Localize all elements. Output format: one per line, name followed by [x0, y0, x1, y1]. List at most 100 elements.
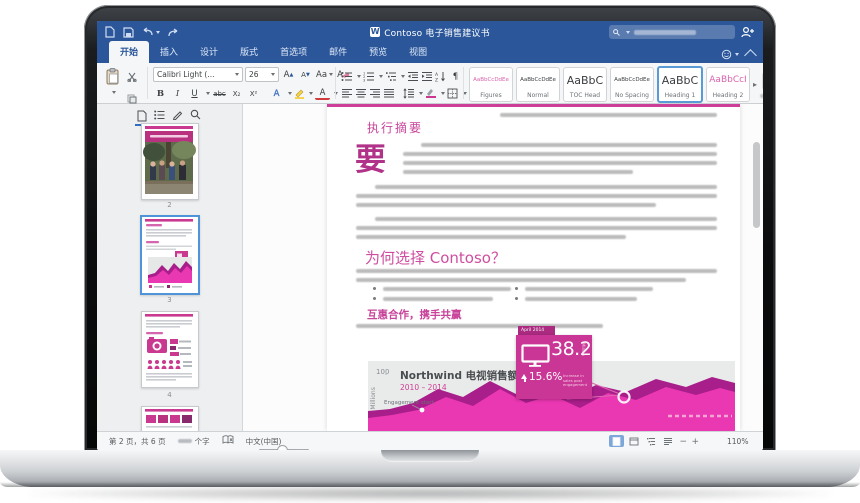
search-icon: [613, 28, 620, 36]
redacted-text-line: [500, 113, 717, 117]
share-add-person-icon[interactable]: [741, 26, 755, 38]
tab-home[interactable]: 开始: [109, 41, 150, 63]
style-heading-2[interactable]: AaBbCcI Heading 2: [706, 67, 750, 102]
tv-icon: [521, 344, 550, 367]
italic-button[interactable]: I: [170, 87, 185, 100]
redo-icon[interactable]: [168, 23, 179, 42]
grow-font-button[interactable]: A ▲: [281, 68, 296, 81]
statusbar: 第 2 页，共 6 页 个字 中文(中国) − + 110%: [97, 431, 763, 450]
word-count[interactable]: 个字: [177, 436, 210, 447]
page-indicator[interactable]: 第 2 页，共 6 页: [109, 436, 166, 447]
underline-dropdown-caret[interactable]: [206, 92, 210, 95]
undo-icon[interactable]: [142, 27, 160, 37]
search-scope-caret[interactable]: [626, 30, 630, 34]
sidebar-search-icon[interactable]: [189, 108, 202, 121]
document-page[interactable]: 执行摘要 要 为何选择 Contoso？ 互惠合作，携手共赢 100 in Mi…: [327, 104, 740, 431]
cut-icon[interactable]: [127, 67, 137, 86]
style-toc-head[interactable]: AaBbC TOC Head: [563, 67, 607, 102]
drop-cap: 要: [355, 142, 386, 178]
edit-pen-icon[interactable]: [171, 108, 184, 121]
document-vertical-scrollbar[interactable]: [753, 142, 760, 228]
tab-view[interactable]: 视图: [398, 41, 438, 63]
zoom-out-button[interactable]: −: [679, 437, 687, 447]
new-document-icon[interactable]: [105, 23, 115, 42]
change-case-button[interactable]: Aa: [315, 68, 334, 81]
undo-dropdown-caret[interactable]: [156, 30, 160, 34]
page-thumbnail-2-selected[interactable]: [140, 215, 200, 295]
laptop-shadow: [30, 486, 830, 501]
style-normal[interactable]: AaBbCcDdEe Normal: [516, 67, 560, 102]
pilcrow-button[interactable]: ¶: [448, 70, 463, 83]
sales-callout[interactable]: 38.2 Million 15.6% Increase in sales pos…: [516, 335, 592, 399]
tab-mailings[interactable]: 邮件: [318, 41, 358, 63]
text-effects-button[interactable]: A: [269, 87, 284, 100]
search-placeholder-blurred: [634, 29, 696, 35]
justify-icon[interactable]: [383, 84, 395, 103]
font-name-select[interactable]: Calibri Light (...: [153, 67, 243, 82]
document-title: Contoso 电子销售建议书: [384, 28, 490, 39]
zoom-in-button[interactable]: +: [691, 437, 699, 447]
subscript-button[interactable]: X₂: [229, 87, 244, 100]
line-spacing-icon[interactable]: [403, 84, 415, 103]
thumbnail-page-number: 4: [167, 391, 172, 399]
macbook-lid-notch: [381, 450, 479, 462]
document-canvas[interactable]: 执行摘要 要 为何选择 Contoso？ 互惠合作，携手共赢 100 in Mi…: [243, 104, 763, 431]
outline-view-icon[interactable]: [153, 108, 166, 121]
style-heading-1[interactable]: AaBbC Heading 1: [657, 66, 703, 103]
underline-button[interactable]: U: [187, 87, 202, 100]
paste-button[interactable]: [105, 68, 120, 90]
collapse-ribbon-icon[interactable]: [744, 49, 757, 62]
zoom-percentage[interactable]: 110%: [727, 437, 763, 446]
tab-insert[interactable]: 插入: [149, 41, 189, 63]
svg-text:Z: Z: [435, 78, 438, 83]
highlight-button[interactable]: [294, 84, 305, 103]
chart-y-max-label: 100: [376, 368, 389, 376]
language-indicator[interactable]: 中文(中国): [246, 436, 282, 447]
app-window: W Contoso 电子销售建议书 开始 插入 设计 版式 首选项 邮件 预览 …: [97, 21, 763, 450]
borders-icon[interactable]: [447, 84, 459, 103]
page-thumbnail-1[interactable]: [141, 123, 199, 200]
thumbnail-page-number: 3: [167, 296, 172, 304]
styles-pane-label-blurred: [760, 93, 763, 98]
print-layout-view-icon[interactable]: [609, 435, 624, 447]
svg-text:3: 3: [363, 79, 365, 82]
ribbon-tab-bar: 开始 插入 设计 版式 首选项 邮件 预览 视图: [97, 41, 763, 63]
thumbnail-page-number: 2: [167, 201, 172, 209]
styles-pane-button[interactable]: ¶: [760, 72, 763, 98]
bold-button[interactable]: B: [153, 87, 168, 100]
shading-icon[interactable]: [425, 84, 437, 103]
titlebar: W Contoso 电子销售建议书: [97, 21, 763, 43]
web-layout-view-icon[interactable]: [626, 435, 641, 447]
draft-view-icon[interactable]: [660, 435, 675, 447]
callout-delta: 15.6%: [529, 371, 563, 383]
align-center-icon[interactable]: [355, 84, 367, 103]
tab-design[interactable]: 设计: [189, 41, 229, 63]
tab-review[interactable]: 预览: [358, 41, 398, 63]
align-right-icon[interactable]: [369, 84, 381, 103]
strikethrough-button[interactable]: abc: [212, 87, 227, 100]
tab-layout[interactable]: 版式: [229, 41, 269, 63]
doc-heading-cooperation: 互惠合作，携手共赢: [367, 309, 462, 321]
outline-view-icon-status[interactable]: [643, 435, 658, 447]
callout-unit: Million: [581, 343, 586, 356]
font-color-button[interactable]: A: [315, 87, 330, 100]
paste-dropdown-caret[interactable]: [111, 91, 116, 94]
font-size-select[interactable]: 26: [245, 67, 279, 82]
page-thumbnail-4[interactable]: [141, 406, 199, 433]
document-search-input[interactable]: [609, 25, 735, 39]
style-figures[interactable]: AaBbCcDdEe Figures: [469, 67, 513, 102]
page-top-accent-border: [327, 104, 740, 107]
proofing-status-icon[interactable]: [222, 435, 234, 447]
tab-references[interactable]: 首选项: [269, 41, 318, 63]
style-no-spacing[interactable]: AaBbCcDdEe No Spacing: [610, 67, 654, 102]
page-thumbnail-3[interactable]: [141, 311, 199, 388]
word-app-icon: W: [370, 27, 381, 37]
align-left-icon[interactable]: [341, 84, 353, 103]
feedback-smiley-icon[interactable]: [721, 49, 739, 60]
doc-heading-why-contoso: 为何选择 Contoso？: [365, 249, 506, 267]
shrink-font-button[interactable]: A ▼: [298, 68, 313, 81]
superscript-button[interactable]: X²: [246, 87, 261, 100]
ribbon: Calibri Light (... 26 A ▲ A ▼ Aa A B I U a…: [97, 63, 763, 124]
styles-gallery-more-icon[interactable]: ▸: [753, 80, 757, 89]
save-icon[interactable]: [123, 23, 134, 42]
